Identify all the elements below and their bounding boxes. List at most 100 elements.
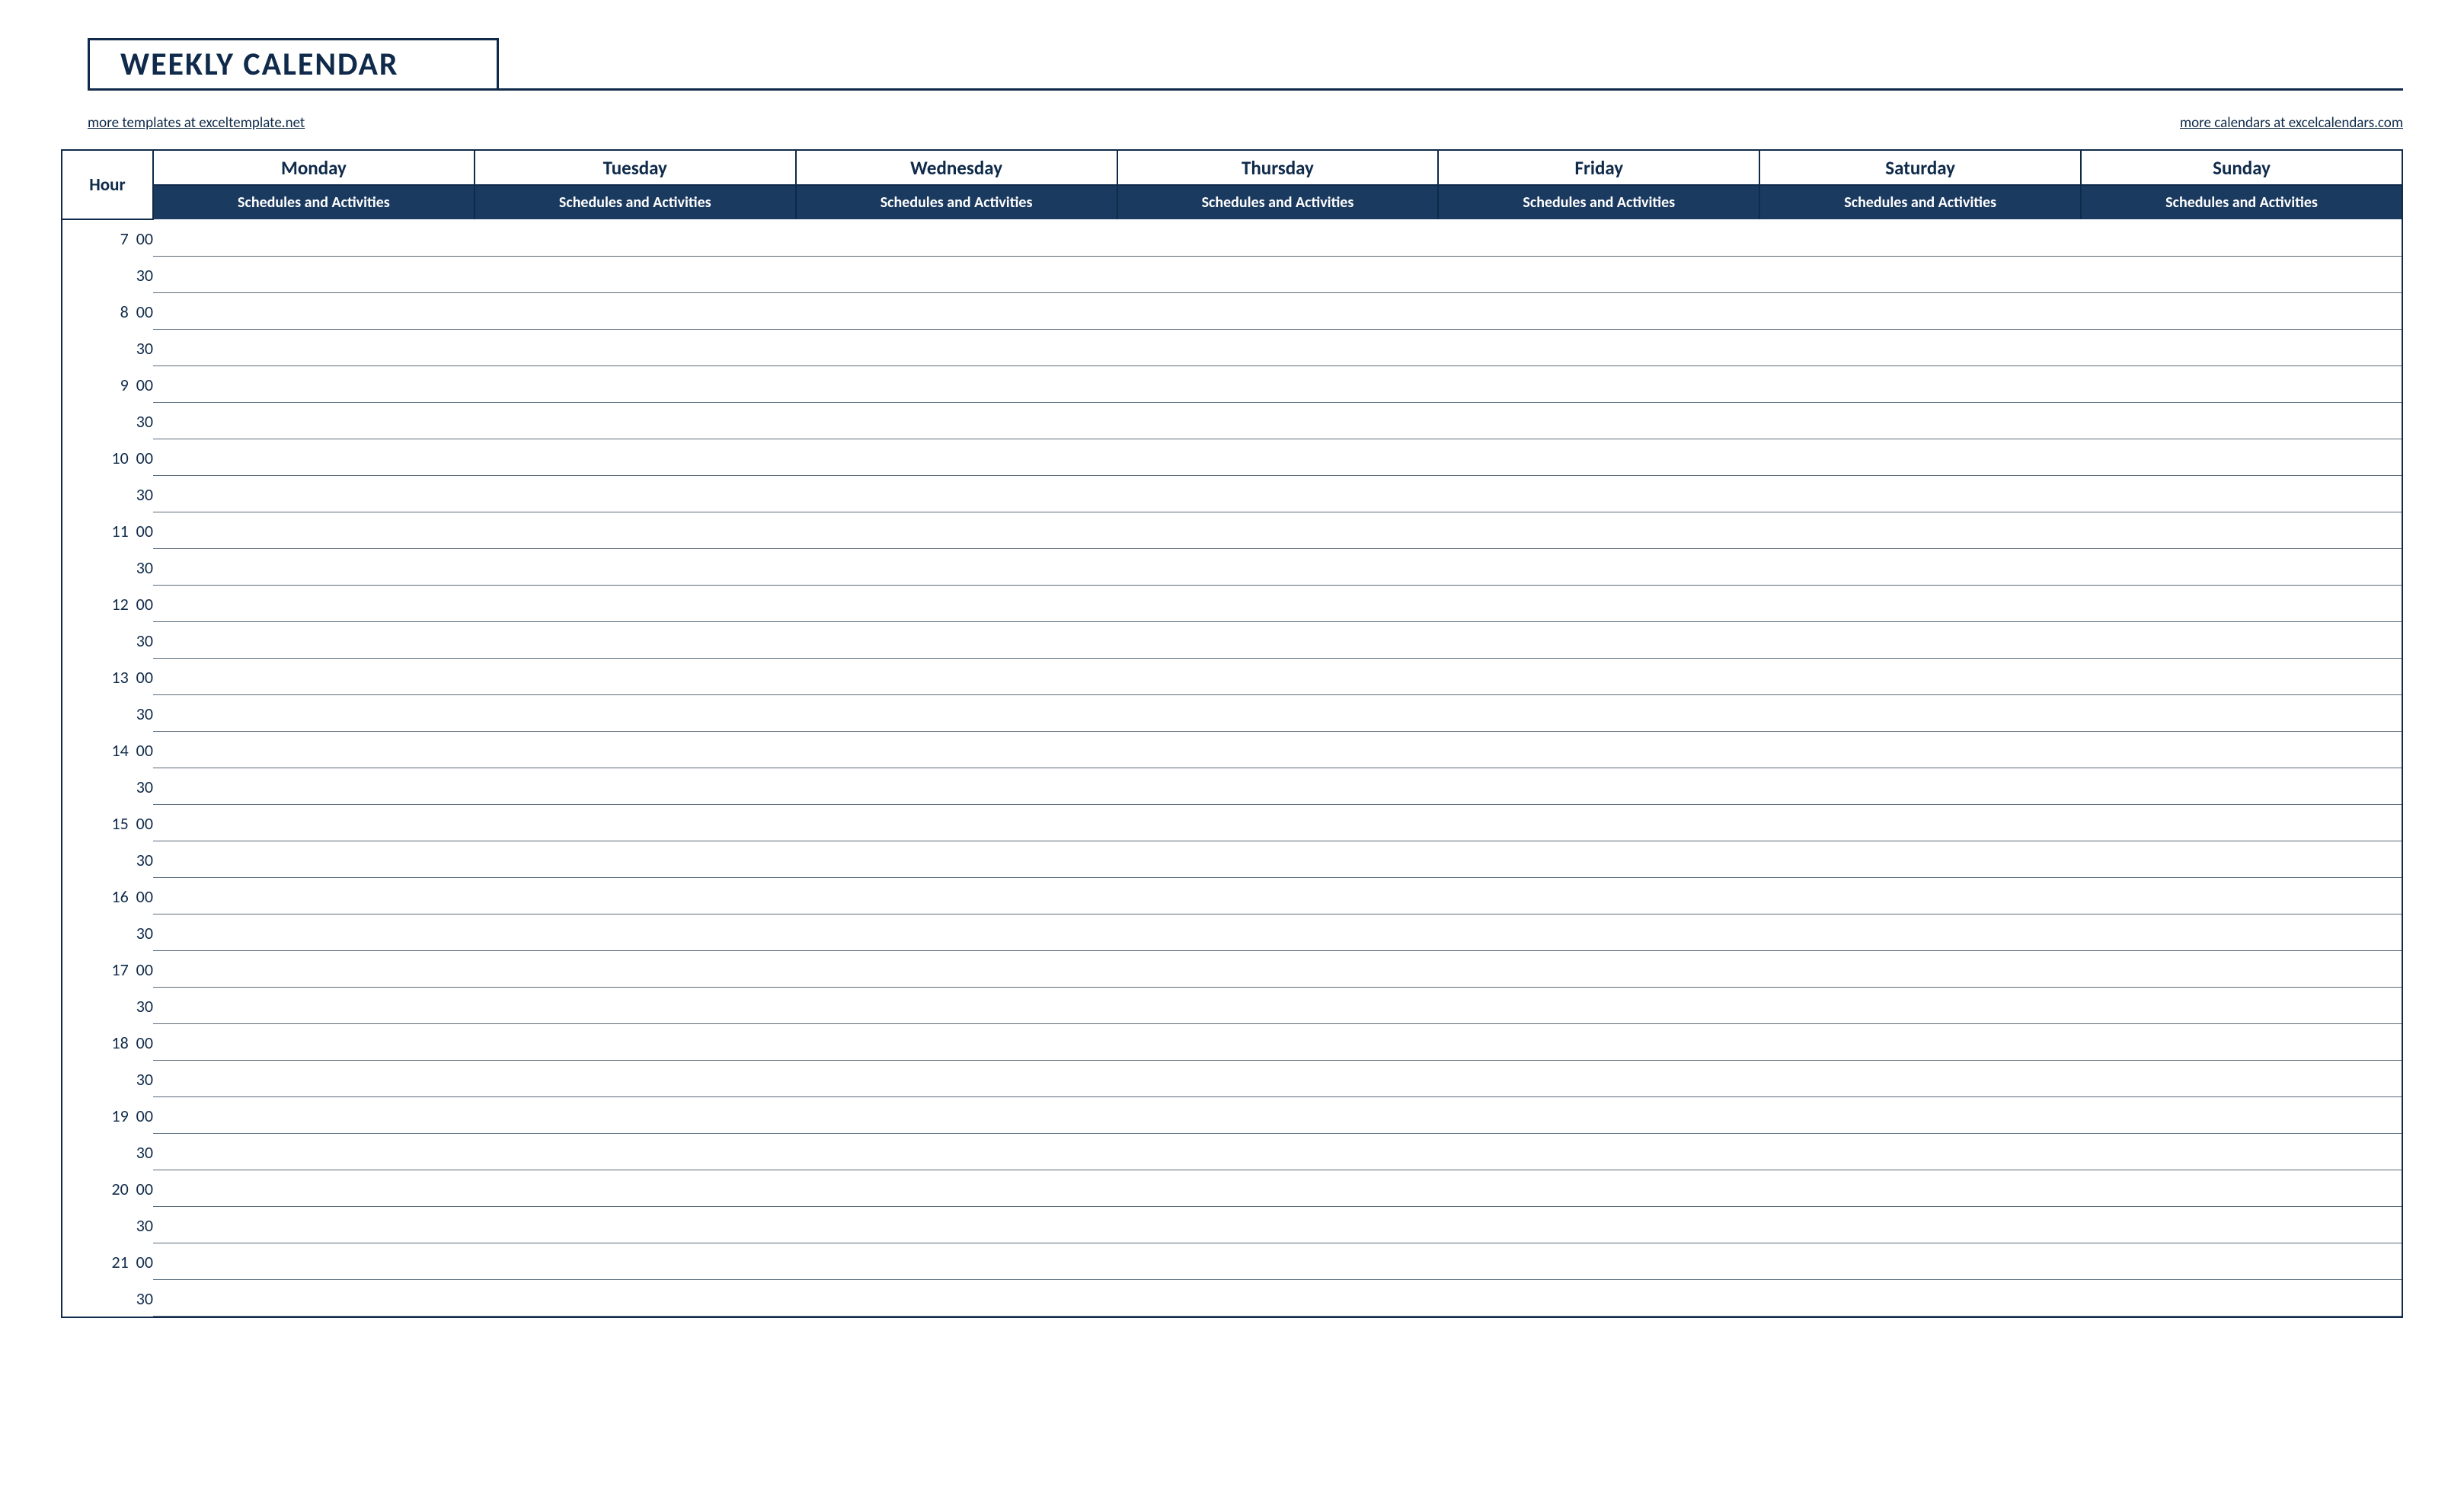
schedule-slot[interactable]: [1438, 622, 1759, 659]
schedule-slot[interactable]: [1759, 659, 2081, 695]
schedule-slot[interactable]: [796, 1280, 1117, 1317]
schedule-slot[interactable]: [796, 805, 1117, 841]
schedule-slot[interactable]: [1438, 1134, 1759, 1170]
schedule-slot[interactable]: [2081, 1207, 2402, 1243]
schedule-slot[interactable]: [1759, 293, 2081, 330]
schedule-slot[interactable]: [1759, 403, 2081, 439]
schedule-slot[interactable]: [796, 1134, 1117, 1170]
schedule-slot[interactable]: [2081, 366, 2402, 403]
schedule-slot[interactable]: [153, 1024, 475, 1061]
schedule-slot[interactable]: [1117, 219, 1439, 257]
schedule-slot[interactable]: [1438, 330, 1759, 366]
schedule-slot[interactable]: [1117, 293, 1439, 330]
schedule-slot[interactable]: [153, 366, 475, 403]
schedule-slot[interactable]: [2081, 257, 2402, 293]
schedule-slot[interactable]: [1759, 257, 2081, 293]
schedule-slot[interactable]: [2081, 1280, 2402, 1317]
schedule-slot[interactable]: [1117, 878, 1439, 914]
schedule-slot[interactable]: [2081, 1170, 2402, 1207]
schedule-slot[interactable]: [1117, 768, 1439, 805]
schedule-slot[interactable]: [1438, 768, 1759, 805]
schedule-slot[interactable]: [1117, 1097, 1439, 1134]
schedule-slot[interactable]: [796, 878, 1117, 914]
schedule-slot[interactable]: [2081, 768, 2402, 805]
schedule-slot[interactable]: [475, 1280, 796, 1317]
schedule-slot[interactable]: [796, 1207, 1117, 1243]
schedule-slot[interactable]: [1759, 841, 2081, 878]
schedule-slot[interactable]: [475, 878, 796, 914]
schedule-slot[interactable]: [1759, 330, 2081, 366]
schedule-slot[interactable]: [1759, 768, 2081, 805]
schedule-slot[interactable]: [1117, 1024, 1439, 1061]
schedule-slot[interactable]: [153, 914, 475, 951]
schedule-slot[interactable]: [2081, 805, 2402, 841]
schedule-slot[interactable]: [475, 768, 796, 805]
schedule-slot[interactable]: [1117, 330, 1439, 366]
schedule-slot[interactable]: [1759, 1134, 2081, 1170]
schedule-slot[interactable]: [475, 914, 796, 951]
schedule-slot[interactable]: [2081, 403, 2402, 439]
schedule-slot[interactable]: [1759, 695, 2081, 732]
schedule-slot[interactable]: [153, 878, 475, 914]
schedule-slot[interactable]: [1117, 1134, 1439, 1170]
schedule-slot[interactable]: [796, 1024, 1117, 1061]
schedule-slot[interactable]: [1438, 293, 1759, 330]
schedule-slot[interactable]: [1438, 366, 1759, 403]
schedule-slot[interactable]: [2081, 732, 2402, 768]
schedule-slot[interactable]: [2081, 622, 2402, 659]
schedule-slot[interactable]: [153, 659, 475, 695]
schedule-slot[interactable]: [2081, 512, 2402, 549]
schedule-slot[interactable]: [153, 732, 475, 768]
schedule-slot[interactable]: [796, 659, 1117, 695]
schedule-slot[interactable]: [1759, 549, 2081, 586]
schedule-slot[interactable]: [796, 1061, 1117, 1097]
schedule-slot[interactable]: [1117, 914, 1439, 951]
schedule-slot[interactable]: [475, 586, 796, 622]
schedule-slot[interactable]: [1759, 512, 2081, 549]
schedule-slot[interactable]: [1117, 549, 1439, 586]
schedule-slot[interactable]: [475, 732, 796, 768]
schedule-slot[interactable]: [1117, 366, 1439, 403]
schedule-slot[interactable]: [1759, 1280, 2081, 1317]
schedule-slot[interactable]: [1759, 1024, 2081, 1061]
schedule-slot[interactable]: [475, 403, 796, 439]
schedule-slot[interactable]: [796, 622, 1117, 659]
schedule-slot[interactable]: [1117, 732, 1439, 768]
schedule-slot[interactable]: [1438, 476, 1759, 512]
schedule-slot[interactable]: [475, 330, 796, 366]
schedule-slot[interactable]: [1117, 403, 1439, 439]
schedule-slot[interactable]: [1438, 659, 1759, 695]
schedule-slot[interactable]: [1117, 512, 1439, 549]
schedule-slot[interactable]: [153, 988, 475, 1024]
schedule-slot[interactable]: [1438, 257, 1759, 293]
schedule-slot[interactable]: [1759, 732, 2081, 768]
schedule-slot[interactable]: [796, 1243, 1117, 1280]
schedule-slot[interactable]: [1759, 219, 2081, 257]
schedule-slot[interactable]: [1759, 476, 2081, 512]
schedule-slot[interactable]: [2081, 330, 2402, 366]
schedule-slot[interactable]: [475, 841, 796, 878]
schedule-slot[interactable]: [1117, 257, 1439, 293]
schedule-slot[interactable]: [153, 257, 475, 293]
schedule-slot[interactable]: [153, 476, 475, 512]
schedule-slot[interactable]: [1759, 805, 2081, 841]
schedule-slot[interactable]: [2081, 549, 2402, 586]
schedule-slot[interactable]: [1438, 403, 1759, 439]
schedule-slot[interactable]: [796, 512, 1117, 549]
schedule-slot[interactable]: [1438, 1207, 1759, 1243]
schedule-slot[interactable]: [2081, 659, 2402, 695]
schedule-slot[interactable]: [1117, 586, 1439, 622]
schedule-slot[interactable]: [1759, 366, 2081, 403]
schedule-slot[interactable]: [1438, 988, 1759, 1024]
schedule-slot[interactable]: [153, 403, 475, 439]
schedule-slot[interactable]: [796, 695, 1117, 732]
schedule-slot[interactable]: [475, 951, 796, 988]
schedule-slot[interactable]: [1759, 951, 2081, 988]
schedule-slot[interactable]: [153, 1097, 475, 1134]
schedule-slot[interactable]: [475, 1061, 796, 1097]
schedule-slot[interactable]: [1759, 878, 2081, 914]
schedule-slot[interactable]: [2081, 1024, 2402, 1061]
schedule-slot[interactable]: [2081, 219, 2402, 257]
schedule-slot[interactable]: [2081, 1061, 2402, 1097]
schedule-slot[interactable]: [153, 330, 475, 366]
